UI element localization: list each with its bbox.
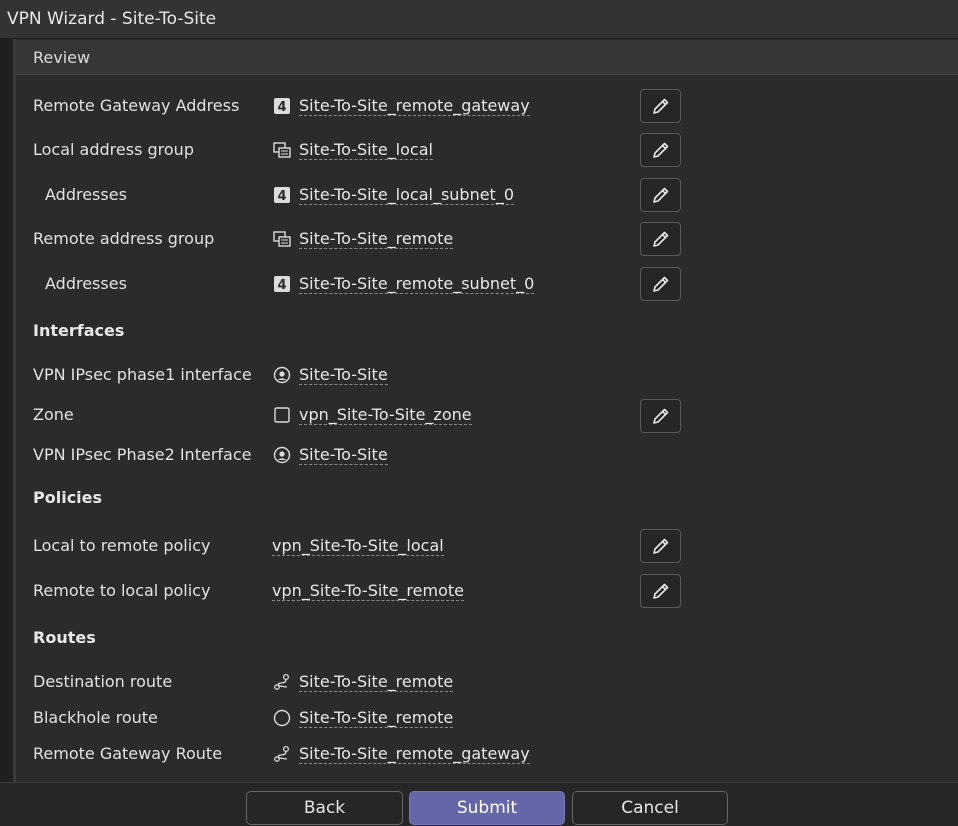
remote-group-value: Site-To-Site_remote [299,229,454,249]
edit-local-group-button[interactable] [640,133,681,167]
ipv4-address-icon: 4 [273,275,291,293]
phase1-interface-value: Site-To-Site [299,365,388,385]
row-value[interactable]: 4 Site-To-Site_remote_subnet_0 [273,274,535,294]
row-zone: Zone vpn_Site-To-Site_zone [16,401,958,431]
edit-remote-addresses-button[interactable] [640,267,681,301]
row-destination-route: Destination route Site-To-Site_remote [16,668,958,698]
pencil-icon [652,408,668,424]
remote-addresses-value: Site-To-Site_remote_subnet_0 [299,274,535,294]
ipv4-address-icon: 4 [273,97,291,115]
pencil-icon [652,98,668,114]
edit-remote-gateway-button[interactable] [640,89,681,123]
row-phase2-interface: VPN IPsec Phase2 Interface Site-To-Site [16,441,958,471]
row-value[interactable]: vpn_Site-To-Site_remote [272,581,464,601]
row-local-addresses: Addresses 4 Site-To-Site_local_subnet_0 [16,181,958,211]
row-label: Local address group [33,140,194,159]
pencil-icon [652,142,668,158]
row-label: Addresses [45,185,127,204]
window-title: VPN Wizard - Site-To-Site [0,0,958,39]
pencil-icon [652,276,668,292]
blackhole-route-value: Site-To-Site_remote [299,708,454,728]
zone-value: vpn_Site-To-Site_zone [299,405,472,425]
edit-local-to-remote-policy-button[interactable] [640,529,681,563]
row-label: Zone [33,405,74,424]
row-label: VPN IPsec phase1 interface [33,365,252,384]
row-value[interactable]: Site-To-Site [273,365,388,385]
address-group-icon [273,230,291,248]
review-header: Review [16,40,958,75]
cancel-button[interactable]: Cancel [572,791,728,825]
row-label: Local to remote policy [33,536,211,555]
row-value[interactable]: Site-To-Site_remote [273,229,454,249]
row-value[interactable]: 4 Site-To-Site_remote_gateway [273,96,530,116]
svg-text:4: 4 [277,189,286,204]
row-label: Remote to local policy [33,581,211,600]
row-value[interactable]: Site-To-Site_remote [273,708,454,728]
row-value[interactable]: Site-To-Site_remote_gateway [273,744,530,764]
remote-gateway-route-value: Site-To-Site_remote_gateway [299,744,530,764]
local-group-value: Site-To-Site_local [299,140,433,160]
edit-remote-group-button[interactable] [640,222,681,256]
row-label: Blackhole route [33,708,158,727]
row-value[interactable]: 4 Site-To-Site_local_subnet_0 [273,185,515,205]
edit-local-addresses-button[interactable] [640,178,681,212]
row-label: VPN IPsec Phase2 Interface [33,445,252,464]
row-remote-gateway: Remote Gateway Address 4 Site-To-Site_re… [16,92,958,122]
policies-heading: Policies [33,488,103,507]
tunnel-interface-icon [273,446,291,464]
row-local-group: Local address group Site-To-Site_local [16,136,958,166]
left-gutter [0,39,13,782]
row-label: Remote Gateway Route [33,744,223,763]
row-value[interactable]: Site-To-Site [273,445,388,465]
row-remote-group: Remote address group Site-To-Site_remote [16,225,958,255]
phase2-interface-value: Site-To-Site [299,445,388,465]
svg-text:4: 4 [277,278,286,293]
pencil-icon [652,583,668,599]
local-to-remote-policy-value: vpn_Site-To-Site_local [272,536,444,556]
address-group-icon [273,141,291,159]
submit-button[interactable]: Submit [409,791,565,825]
row-phase1-interface: VPN IPsec phase1 interface Site-To-Site [16,361,958,391]
row-remote-addresses: Addresses 4 Site-To-Site_remote_subnet_0 [16,270,958,300]
row-value[interactable]: Site-To-Site_local [273,140,433,160]
row-value[interactable]: vpn_Site-To-Site_zone [273,405,472,425]
row-remote-gateway-route: Remote Gateway Route Site-To-Site_remote… [16,740,958,770]
destination-route-value: Site-To-Site_remote [299,672,454,692]
row-label: Destination route [33,672,173,691]
tunnel-interface-icon [273,366,291,384]
edit-remote-to-local-policy-button[interactable] [640,574,681,608]
interfaces-heading: Interfaces [33,321,125,340]
pencil-icon [652,231,668,247]
local-addresses-value: Site-To-Site_local_subnet_0 [299,185,515,205]
review-content: Remote Gateway Address 4 Site-To-Site_re… [16,75,958,782]
routes-heading: Routes [33,628,96,647]
row-blackhole-route: Blackhole route Site-To-Site_remote [16,704,958,734]
back-button[interactable]: Back [246,791,403,825]
blackhole-icon [273,709,291,727]
row-value[interactable]: Site-To-Site_remote [273,672,454,692]
pencil-icon [652,538,668,554]
row-label: Remote address group [33,229,215,248]
remote-gateway-value: Site-To-Site_remote_gateway [299,96,530,116]
pencil-icon [652,187,668,203]
route-icon [273,745,291,763]
row-value[interactable]: vpn_Site-To-Site_local [272,536,444,556]
row-label: Remote Gateway Address [33,96,240,115]
edit-zone-button[interactable] [640,399,681,433]
row-local-to-remote-policy: Local to remote policy vpn_Site-To-Site_… [16,532,958,562]
row-remote-to-local-policy: Remote to local policy vpn_Site-To-Site_… [16,577,958,607]
row-label: Addresses [45,274,127,293]
zone-icon [273,406,291,424]
ipv4-address-icon: 4 [273,186,291,204]
svg-text:4: 4 [277,100,286,115]
remote-to-local-policy-value: vpn_Site-To-Site_remote [272,581,464,601]
route-icon [273,673,291,691]
wizard-footer: Back Submit Cancel [0,782,958,826]
